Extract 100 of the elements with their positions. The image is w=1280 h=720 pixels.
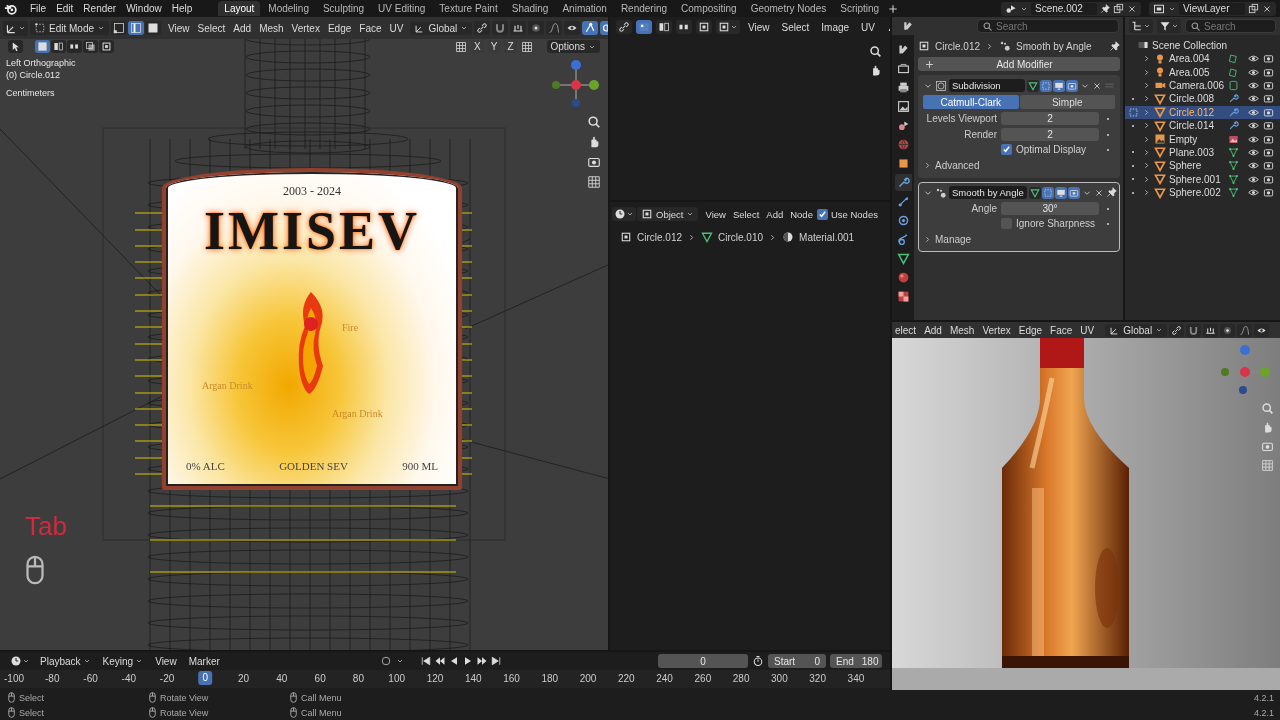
algorithm-option[interactable]: Simple bbox=[1019, 95, 1115, 109]
outliner-row[interactable]: Area.005 bbox=[1125, 65, 1280, 79]
menu-item[interactable]: Vertex bbox=[979, 322, 1014, 338]
workspace-tab[interactable]: Rendering bbox=[614, 1, 674, 16]
shader-type-dropdown[interactable]: Object bbox=[637, 207, 699, 221]
view-layer-selector[interactable]: ViewLayer bbox=[1149, 1, 1276, 16]
outliner-row[interactable]: Sphere.001 bbox=[1125, 172, 1280, 186]
label-years: 2003 - 2024 bbox=[282, 184, 342, 199]
outliner-row[interactable]: Plane.003 bbox=[1125, 145, 1280, 160]
outliner-row[interactable]: Sphere.002 bbox=[1125, 185, 1280, 200]
outliner-row[interactable]: Circle.012 bbox=[1125, 105, 1280, 119]
workspace-tab[interactable]: Layout bbox=[218, 1, 261, 16]
menu-item[interactable]: Node bbox=[787, 206, 816, 222]
workspace-tab[interactable]: UV Editing bbox=[372, 1, 432, 16]
subpanel-header[interactable]: Advanced bbox=[923, 158, 1115, 173]
frame-tick: -80 bbox=[45, 673, 60, 684]
workspace-tab[interactable]: Modeling bbox=[262, 1, 315, 16]
outliner-row[interactable]: Sphere bbox=[1125, 159, 1280, 173]
object-name: Plane.003 bbox=[1169, 146, 1216, 158]
option-checkbox[interactable]: Ignore Sharpness bbox=[1001, 218, 1099, 229]
object-name: Sphere.002 bbox=[1169, 187, 1222, 199]
menu-item[interactable]: Render bbox=[79, 1, 121, 16]
end-frame-field[interactable]: End 180 bbox=[830, 654, 882, 668]
menu-item[interactable]: Mesh bbox=[946, 322, 978, 338]
number-field[interactable]: 30° bbox=[1001, 202, 1099, 215]
outliner-item[interactable]: Scene Collection bbox=[1152, 39, 1228, 51]
outliner-row[interactable]: Camera.006 bbox=[1125, 78, 1280, 93]
scene-selector[interactable]: Scene.002 bbox=[1001, 1, 1141, 16]
menu-item[interactable]: Edge bbox=[324, 20, 355, 36]
use-nodes-checkbox[interactable]: Use Nodes bbox=[816, 208, 878, 220]
outliner-row[interactable]: Circle.008 bbox=[1125, 92, 1280, 106]
viewport-info: (0) Circle.012 bbox=[6, 70, 62, 80]
outliner-row[interactable]: Circle.014 bbox=[1125, 118, 1280, 133]
number-field[interactable]: 2 bbox=[1001, 128, 1099, 141]
number-field[interactable]: 2 bbox=[1001, 112, 1099, 125]
viewport-info: Centimeters bbox=[6, 88, 56, 98]
start-frame-field[interactable]: Start 0 bbox=[768, 654, 826, 668]
version-label: 4.2.1 bbox=[1253, 707, 1274, 718]
frame-tick: -60 bbox=[83, 673, 98, 684]
version-label: 4.2.1 bbox=[1253, 692, 1274, 703]
algorithm-option[interactable]: Catmull-Clark bbox=[923, 95, 1019, 109]
options-dropdown[interactable]: Options bbox=[546, 40, 600, 53]
menu-item[interactable]: UV bbox=[386, 20, 407, 36]
breadcrumb: Circle.012 bbox=[637, 231, 683, 243]
workspace-tab[interactable]: Compositing bbox=[675, 1, 743, 16]
outliner-row[interactable]: Area.004 bbox=[1125, 52, 1280, 66]
workspace-tab[interactable]: Sculpting bbox=[316, 1, 371, 16]
workspace-tab[interactable]: Geometry Nodes bbox=[744, 1, 833, 16]
orientation-dropdown[interactable]: Global bbox=[410, 21, 473, 35]
frame-tick: 80 bbox=[352, 673, 364, 684]
workspace-tab[interactable]: Scripting bbox=[834, 1, 886, 16]
workspace-tab[interactable]: Texture Paint bbox=[433, 1, 504, 16]
menu-item[interactable]: Add bbox=[230, 20, 255, 36]
menu-item[interactable]: Edge bbox=[1015, 322, 1046, 338]
axis-toggle[interactable]: Z bbox=[504, 40, 517, 53]
object-name: Area.005 bbox=[1169, 66, 1211, 78]
search-field[interactable]: Search bbox=[1185, 19, 1276, 33]
menu-item[interactable]: Edit bbox=[52, 1, 78, 16]
menu-item[interactable]: Window bbox=[122, 1, 166, 16]
menu-item[interactable]: elect bbox=[892, 322, 920, 338]
modifier-name-field[interactable]: Smooth by Angle bbox=[949, 186, 1027, 199]
menu-item[interactable]: Playback bbox=[36, 653, 95, 669]
object-name: Sphere.001 bbox=[1169, 173, 1222, 185]
add-modifier-button[interactable]: Add Modifier bbox=[918, 57, 1120, 71]
menu-item[interactable]: View bbox=[702, 206, 729, 222]
workspace-tab[interactable]: Shading bbox=[505, 1, 555, 16]
axis-toggle[interactable]: X bbox=[471, 40, 484, 53]
menu-item[interactable]: Add bbox=[763, 206, 787, 222]
menu-item[interactable]: Vertex bbox=[288, 20, 323, 36]
frame-tick: 140 bbox=[464, 673, 482, 684]
menu-item[interactable]: Image bbox=[817, 19, 854, 35]
menu-item[interactable]: UV bbox=[857, 19, 879, 35]
menu-item[interactable]: Mesh bbox=[256, 20, 287, 36]
menu-item[interactable]: Help bbox=[167, 1, 197, 16]
option-checkbox[interactable]: Optimal Display bbox=[1001, 144, 1099, 155]
modifier-name-field[interactable]: Subdivision bbox=[949, 79, 1025, 92]
viewport-info: Left Orthographic bbox=[6, 58, 76, 68]
menu-item[interactable]: View bbox=[165, 20, 193, 36]
mode-dropdown[interactable]: Edit Mode bbox=[30, 21, 110, 35]
orientation-dropdown[interactable]: Global bbox=[1105, 323, 1168, 337]
outliner-row[interactable]: Empty bbox=[1125, 132, 1280, 146]
menu-item[interactable]: File bbox=[26, 1, 51, 16]
menu-item[interactable]: Add bbox=[921, 322, 945, 338]
menu-item[interactable]: Keying bbox=[98, 653, 148, 669]
menu-item[interactable]: Face bbox=[356, 20, 385, 36]
menu-item[interactable]: UV bbox=[1077, 322, 1098, 338]
subpanel-header[interactable]: Manage bbox=[923, 232, 1115, 247]
menu-item[interactable]: Select bbox=[777, 19, 814, 35]
menu-item[interactable]: Select bbox=[194, 20, 229, 36]
search-field[interactable]: Search bbox=[977, 19, 1119, 33]
workspace-tab[interactable]: Animation bbox=[556, 1, 613, 16]
menu-item[interactable]: Marker bbox=[184, 653, 224, 669]
playhead[interactable]: 0 bbox=[198, 671, 213, 685]
menu-item[interactable]: Face bbox=[1047, 322, 1076, 338]
status-hint: Select bbox=[19, 707, 44, 718]
current-frame-field[interactable]: 0 bbox=[658, 654, 748, 668]
menu-item[interactable]: Select bbox=[729, 206, 763, 222]
menu-item[interactable]: View bbox=[744, 19, 774, 35]
menu-item[interactable]: View bbox=[151, 653, 181, 669]
frame-tick: 160 bbox=[503, 673, 520, 684]
